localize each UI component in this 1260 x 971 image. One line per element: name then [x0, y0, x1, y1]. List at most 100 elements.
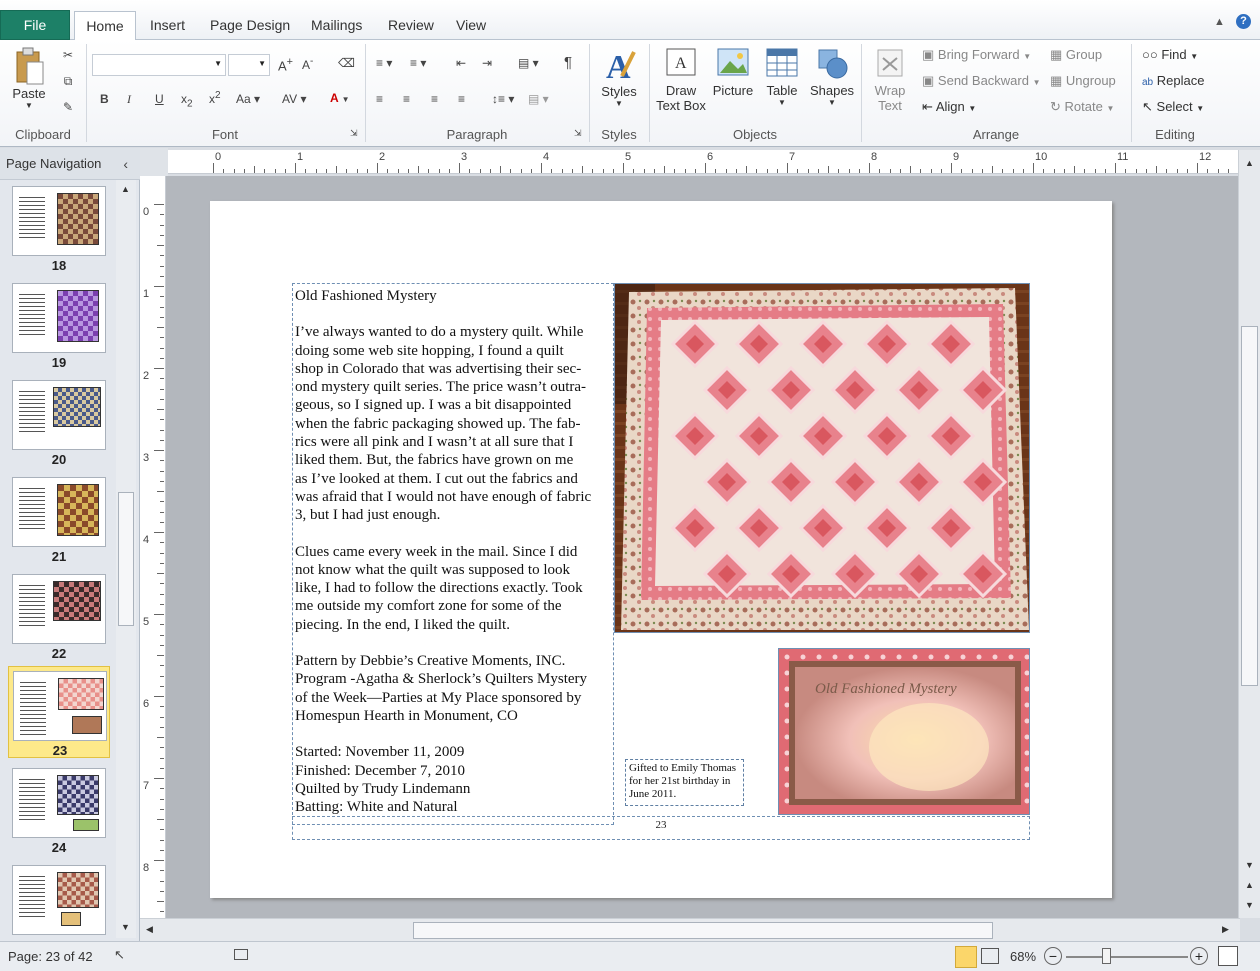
table-button[interactable]: Table ▼: [760, 46, 804, 122]
next-page-icon[interactable]: ▼: [1245, 900, 1254, 910]
page-thumbnail-21[interactable]: 21: [8, 473, 110, 565]
scroll-down-icon[interactable]: ▼: [121, 922, 130, 932]
help-icon[interactable]: ?: [1236, 14, 1251, 29]
zoom-level[interactable]: 68%: [1010, 949, 1036, 964]
tab-mailings[interactable]: Mailings: [301, 11, 372, 40]
zoom-in-icon[interactable]: +: [1190, 947, 1208, 965]
subscript-icon[interactable]: x2: [181, 92, 193, 109]
ruler-tick-mark: [776, 169, 778, 173]
justify-icon[interactable]: ≡: [458, 92, 465, 106]
gift-caption-box[interactable]: Gifted to Emily Thomas for her 21st birt…: [625, 759, 744, 806]
align-right-icon[interactable]: ≡: [431, 92, 438, 106]
scroll-down-icon[interactable]: ▼: [1245, 860, 1254, 870]
font-name-box[interactable]: ▼: [92, 54, 226, 76]
horizontal-ruler[interactable]: 0 1 2 3 4 5 6 7 8 9 10 11 12: [168, 150, 1260, 174]
two-page-spread-icon[interactable]: [981, 948, 999, 964]
tab-view[interactable]: View: [446, 11, 496, 40]
select-button[interactable]: ↖ Select ▼: [1142, 99, 1204, 115]
increase-indent-icon[interactable]: ⇥: [482, 56, 492, 70]
previous-page-icon[interactable]: ▲: [1245, 880, 1254, 890]
font-dialog-launcher-icon[interactable]: ⇲: [350, 128, 358, 139]
quilt-photo[interactable]: [614, 283, 1030, 633]
navigation-scrollbar[interactable]: ▲ ▼: [116, 180, 136, 938]
italic-icon[interactable]: I: [127, 92, 131, 107]
page-thumbnail-22[interactable]: 22: [8, 570, 110, 662]
page-thumbnail-25[interactable]: [8, 861, 110, 941]
bullets-icon[interactable]: ≡ ▾: [376, 56, 392, 70]
send-backward-button[interactable]: ▣ Send Backward ▼: [922, 73, 1041, 89]
navigation-scroll-thumb[interactable]: [118, 492, 134, 626]
wrap-text-button[interactable]: Wrap Text: [866, 46, 914, 124]
ruler-tick-mark: [264, 169, 266, 173]
font-size-box[interactable]: ▼: [228, 54, 270, 76]
page-thumbnail-23[interactable]: 23: [8, 666, 110, 758]
page-thumbnail-19[interactable]: 19: [8, 279, 110, 371]
page-number-box[interactable]: 23: [292, 816, 1030, 840]
replace-button[interactable]: ab Replace: [1142, 73, 1204, 88]
horizontal-scrollbar[interactable]: ◀ ▶: [140, 918, 1240, 941]
shrink-font-icon[interactable]: A-: [302, 56, 313, 72]
story-text-box[interactable]: Old Fashioned Mystery I’ve always wanted…: [292, 283, 614, 825]
single-page-view-icon[interactable]: [955, 946, 977, 968]
tab-insert[interactable]: Insert: [140, 11, 195, 40]
paragraph-dialog-launcher-icon[interactable]: ⇲: [574, 128, 582, 139]
zoom-out-icon[interactable]: −: [1044, 947, 1062, 965]
clear-formatting-icon[interactable]: ⌫: [338, 56, 355, 70]
line-spacing-icon[interactable]: ↕≡ ▾: [492, 92, 514, 106]
ungroup-button[interactable]: ▦ Ungroup: [1050, 73, 1116, 89]
scroll-up-icon[interactable]: ▲: [1245, 158, 1254, 168]
show-paragraph-marks-icon[interactable]: ¶: [564, 54, 572, 71]
vertical-scroll-thumb[interactable]: [1241, 326, 1258, 686]
scroll-up-icon[interactable]: ▲: [121, 184, 130, 194]
tab-file[interactable]: File: [0, 10, 70, 40]
draw-text-box-button[interactable]: A Draw Text Box: [653, 46, 709, 124]
group-button[interactable]: ▦ Group: [1050, 47, 1102, 63]
horizontal-scroll-thumb[interactable]: [413, 922, 993, 939]
vertical-ruler[interactable]: 0 1 2 3 4 5 6 7 8: [140, 176, 166, 933]
collapse-ribbon-icon[interactable]: ▲: [1214, 16, 1225, 28]
change-case-icon[interactable]: Aa ▾: [236, 92, 260, 106]
tab-home[interactable]: Home: [74, 11, 136, 41]
zoom-slider-track[interactable]: [1066, 956, 1188, 958]
shading-icon[interactable]: ▤ ▾: [528, 92, 549, 106]
superscript-icon[interactable]: x2: [209, 90, 221, 106]
cut-icon[interactable]: ✂: [60, 48, 76, 62]
page-thumbnail-24[interactable]: 24: [8, 764, 110, 856]
styles-button[interactable]: A Styles ▼: [596, 46, 642, 122]
picture-button[interactable]: Picture: [710, 46, 756, 122]
fit-page-icon[interactable]: [1218, 946, 1238, 966]
underline-icon[interactable]: U: [155, 92, 164, 106]
bold-icon[interactable]: B: [100, 92, 109, 106]
ruler-tick-mark: [992, 166, 993, 173]
format-painter-icon[interactable]: ✎: [60, 100, 76, 114]
scroll-left-icon[interactable]: ◀: [146, 924, 153, 935]
collapse-pane-icon[interactable]: ‹: [123, 148, 128, 180]
vertical-scrollbar[interactable]: ▲ ▼ ▲ ▼: [1238, 150, 1260, 918]
page-indicator[interactable]: Page: 23 of 42: [8, 949, 93, 964]
numbering-icon[interactable]: ≡ ▾: [410, 56, 426, 70]
page-thumbnail-18[interactable]: 18: [8, 182, 110, 274]
quilt-label-photo[interactable]: Old Fashioned Mystery: [778, 648, 1030, 815]
ruler-tick-mark: [807, 169, 809, 173]
decrease-indent-icon[interactable]: ⇤: [456, 56, 466, 70]
tab-review[interactable]: Review: [378, 11, 444, 40]
font-color-icon[interactable]: A ▼: [330, 91, 349, 105]
paste-button[interactable]: Paste ▼: [8, 46, 50, 122]
bring-forward-button[interactable]: ▣ Bring Forward ▼: [922, 47, 1031, 63]
align-button[interactable]: ⇤ Align ▼: [922, 99, 976, 115]
align-icon: ⇤: [922, 99, 933, 114]
align-center-icon[interactable]: ≡: [403, 92, 410, 106]
zoom-slider-thumb[interactable]: [1102, 948, 1111, 964]
columns-icon[interactable]: ▤ ▾: [518, 56, 539, 70]
character-spacing-icon[interactable]: AV ▾: [282, 92, 306, 106]
scroll-right-icon[interactable]: ▶: [1222, 924, 1229, 935]
rotate-button[interactable]: ↻ Rotate ▼: [1050, 99, 1114, 115]
tab-page-design[interactable]: Page Design: [200, 11, 300, 40]
ruler-tick-mark: [160, 870, 164, 872]
find-button[interactable]: ○○ Find ▼: [1142, 47, 1198, 62]
align-left-icon[interactable]: ≡: [376, 92, 383, 106]
copy-icon[interactable]: ⧉: [60, 74, 76, 89]
shapes-button[interactable]: Shapes ▼: [806, 46, 858, 122]
page-thumbnail-20[interactable]: 20: [8, 376, 110, 468]
grow-font-icon[interactable]: A+: [278, 56, 293, 73]
